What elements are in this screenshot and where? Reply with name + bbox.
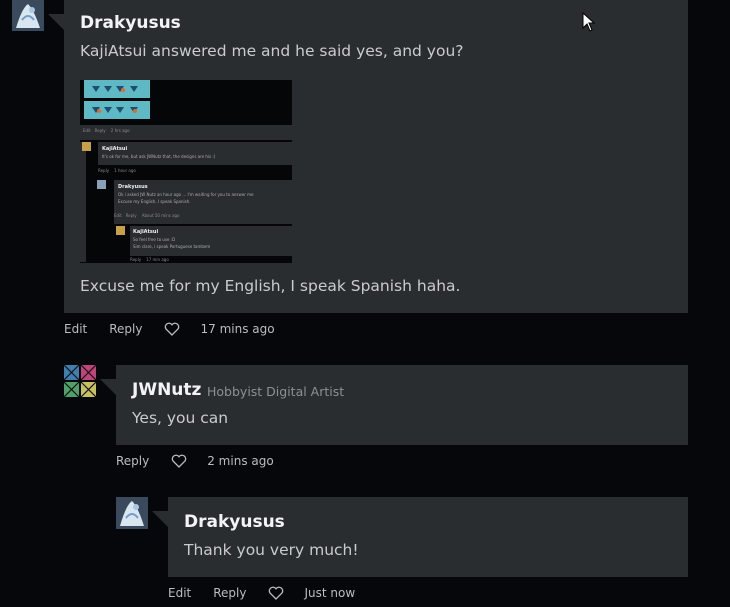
timestamp[interactable]: 2 mins ago [207, 454, 273, 468]
embedded-comment-text: Excuse my English, I speak Spanish. [118, 199, 191, 204]
comment-bubble-tail [152, 511, 168, 527]
comment-bubble [116, 365, 688, 445]
embedded-comment-author: KajiAtsui [102, 146, 128, 152]
comment-author[interactable]: Drakyusus [184, 512, 285, 532]
comment-text: Thank you very much! [184, 541, 359, 559]
author-role: Hobbyist Digital Artist [207, 384, 345, 399]
comment-bubble [168, 497, 688, 577]
timestamp[interactable]: 17 mins ago [200, 322, 274, 336]
comment-bubble-tail [48, 14, 64, 30]
embedded-comment-actions: Reply 1 hour ago [98, 168, 136, 173]
embedded-comment-author: Drakyusus [118, 184, 148, 190]
comment-text: Yes, you can [132, 409, 229, 427]
mouse-cursor-icon [582, 12, 596, 32]
edit-button[interactable]: Edit [64, 322, 87, 336]
avatar[interactable] [116, 497, 148, 529]
comment-text: KajiAtsui answered me and he said yes, a… [80, 42, 464, 60]
comment-author[interactable]: JWNutz [132, 380, 201, 400]
embedded-comment-actions: Reply 17 min ago [130, 257, 169, 262]
heart-icon[interactable] [171, 454, 187, 468]
comment-author[interactable]: Drakyusus [80, 13, 181, 33]
edit-button[interactable]: Edit [168, 586, 191, 600]
comment-actions: Reply 2 mins ago [116, 454, 296, 468]
heart-icon[interactable] [268, 586, 284, 600]
avatar[interactable] [64, 365, 96, 397]
reply-button[interactable]: Reply [213, 586, 246, 600]
comment-text: Excuse me for my English, I speak Spanis… [80, 277, 461, 295]
embedded-comment-author: KajiAtsui [133, 229, 159, 235]
embedded-comment-actions: Edit Reply About 50 mins ago [114, 213, 180, 218]
embedded-comment-text: So feel free to use :D [133, 237, 176, 242]
avatar[interactable] [12, 0, 44, 31]
comment-actions: Edit Reply Just now [168, 586, 377, 600]
reply-button[interactable]: Reply [116, 454, 149, 468]
embedded-comment-text: Ok i asked JW Nutz an hour ago ... I'm w… [118, 192, 254, 197]
embedded-screenshot[interactable]: Edit Reply 2 hrs ago KajiAtsui It's ok f… [80, 80, 292, 263]
comment-bubble-tail [100, 379, 116, 395]
embedded-comment-text: Sim claro, i speak Portuguese tambem [133, 244, 211, 249]
embedded-top-actions: Edit Reply 2 hrs ago [83, 128, 130, 133]
timestamp[interactable]: Just now [304, 586, 355, 600]
comment-actions: Edit Reply 17 mins ago [64, 322, 297, 336]
reply-button[interactable]: Reply [109, 322, 142, 336]
heart-icon[interactable] [164, 322, 180, 336]
embedded-comment-text: It's ok for me, but ask JWNutz that, the… [102, 154, 216, 159]
